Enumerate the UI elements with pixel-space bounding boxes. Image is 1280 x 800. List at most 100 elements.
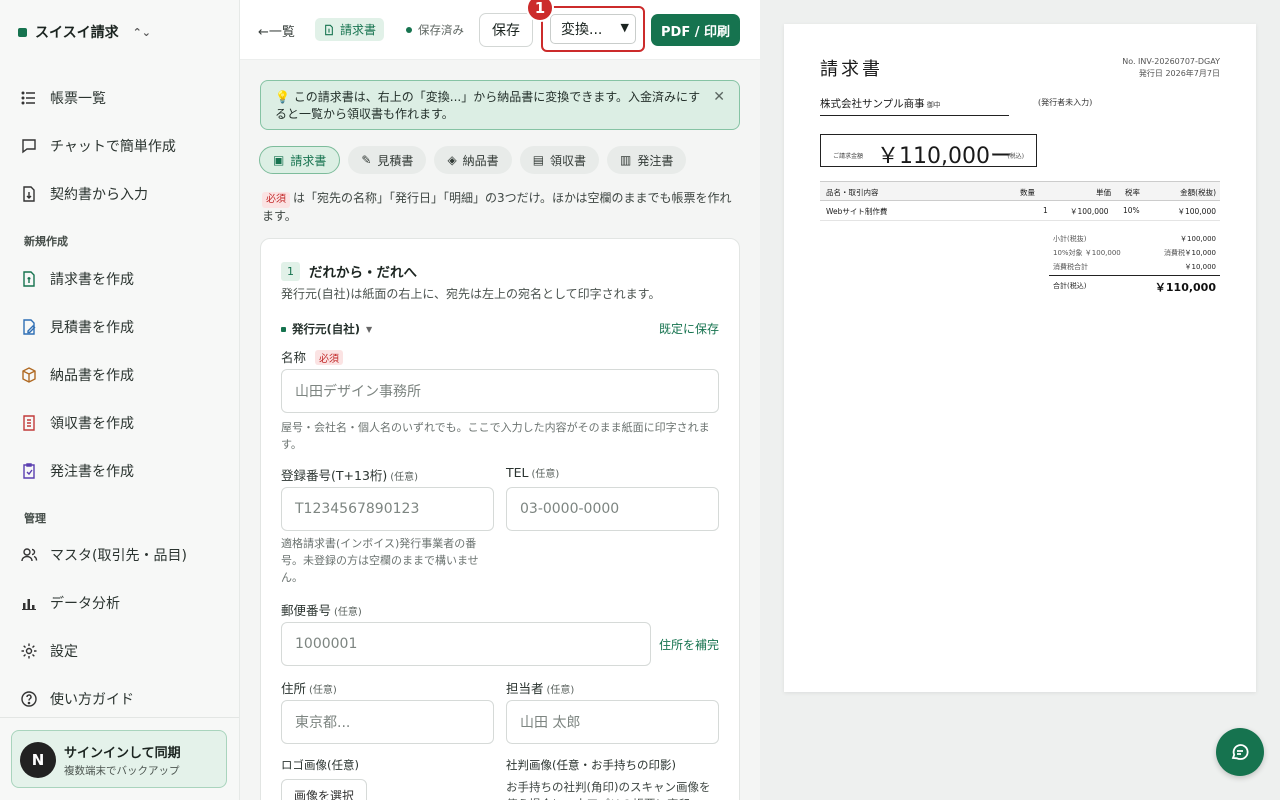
- tel-input[interactable]: 03-0000-0000: [506, 487, 719, 531]
- seal-label: 社判画像(任意・お手持ちの印影): [506, 758, 676, 772]
- column-header: 数量: [1020, 188, 1035, 197]
- editor-toolbar: ←一覧 請求書 保存済み 保存 変換... ▼ 1 PDF / 印刷: [240, 0, 760, 60]
- select-logo-button[interactable]: 画像を選択: [281, 779, 367, 800]
- sidebar-item-label: マスタ(取引先・品目): [50, 548, 187, 564]
- sidebar: スイスイ請求 ⌃⌄ 帳票一覧 チャットで簡単作成 契約書から入力 新規作成 請求…: [0, 0, 240, 800]
- receipt-icon: [23, 415, 35, 431]
- registration-label-text: 登録番号(T+13桁): [281, 468, 388, 483]
- quote-icon: [23, 319, 36, 335]
- contact-person-input[interactable]: 山田 太郎: [506, 700, 719, 744]
- sidebar-item-label: チャットで簡単作成: [50, 139, 176, 155]
- list-icon: [21, 91, 35, 105]
- sidebar-item-settings[interactable]: 設定: [20, 639, 78, 663]
- postal-label: 郵便番号 (任意): [281, 600, 362, 619]
- chart-icon: [22, 599, 36, 610]
- status-dot-icon: [406, 27, 412, 33]
- cell-tax-rate: 10%: [1123, 206, 1140, 215]
- column-header: 品名・取引内容: [826, 188, 879, 197]
- file-import-icon: [23, 186, 35, 202]
- tab-invoice[interactable]: ▣ 請求書: [259, 146, 341, 174]
- sidebar-item-label: 使い方ガイド: [50, 692, 134, 708]
- cell-amount: ￥100,000: [1177, 207, 1216, 216]
- preview-grand-total-row: 合計(税込) ￥110,000: [1049, 281, 1220, 297]
- postal-code-input[interactable]: 1000001: [281, 622, 651, 666]
- tab-delivery[interactable]: ◈ 納品書: [434, 146, 512, 174]
- receipt-icon: ▤: [532, 153, 545, 167]
- tax-label: 消費税: [1164, 249, 1185, 257]
- sidebar-item-new-quote[interactable]: 見積書を作成: [20, 315, 134, 339]
- preview-tax-total-row: 消費税合計 ￥10,000: [1049, 262, 1220, 276]
- order-icon: [23, 463, 35, 479]
- tab-label: 見積書: [377, 153, 414, 168]
- close-icon[interactable]: ✕: [713, 89, 725, 106]
- doc-type-badge: 請求書: [315, 18, 385, 41]
- sidebar-item-label: 設定: [50, 644, 78, 660]
- address-input[interactable]: 東京都...: [281, 700, 494, 744]
- tab-receipt[interactable]: ▤ 領収書: [519, 146, 600, 174]
- issuer-toggle[interactable]: 発行元(自社) ▼: [281, 321, 372, 337]
- convert-select[interactable]: 変換... ▼: [550, 14, 636, 44]
- sidebar-item-label: 納品書を作成: [50, 368, 134, 384]
- lightbulb-icon: 💡: [275, 90, 290, 104]
- registration-label: 登録番号(T+13桁) (任意): [281, 465, 418, 484]
- sidebar-item-label: 請求書を作成: [50, 272, 134, 288]
- section-label-manage: 管理: [24, 512, 46, 525]
- subtotal-value: ￥100,000: [1180, 235, 1216, 243]
- address-autofill-link[interactable]: 住所を補完: [659, 636, 719, 653]
- grand-total-value: ￥110,000: [1154, 281, 1216, 294]
- sidebar-item-label: 領収書を作成: [50, 416, 134, 432]
- preview-title: 請求書: [820, 59, 883, 80]
- section-heading: 1 だれから・だれへ: [281, 261, 417, 281]
- invoice-icon: ▣: [273, 153, 285, 167]
- sidebar-item-label: 帳票一覧: [50, 91, 106, 107]
- chat-button[interactable]: [1216, 728, 1264, 776]
- quote-icon: ✎: [361, 153, 372, 167]
- sidebar-item-chat[interactable]: チャットで簡単作成: [20, 134, 176, 158]
- back-to-list-link[interactable]: ←一覧: [258, 21, 295, 40]
- box-icon: [22, 367, 36, 383]
- sidebar-item-label: データ分析: [50, 596, 120, 612]
- tax-target: 10%対象 ￥100,000: [1053, 249, 1121, 257]
- sidebar-item-analytics[interactable]: データ分析: [20, 591, 120, 615]
- sidebar-item-new-delivery[interactable]: 納品書を作成: [20, 363, 134, 387]
- tab-order[interactable]: ▥ 発注書: [607, 146, 687, 174]
- cell-unit-price: ￥100,000: [1070, 207, 1109, 216]
- sidebar-item-master[interactable]: マスタ(取引先・品目): [20, 543, 187, 567]
- preview-total-box: ご請求金額 ￥110,000ー (税込): [820, 134, 1037, 169]
- pdf-print-button[interactable]: PDF / 印刷: [651, 14, 740, 46]
- doc-type-tabs: ▣ 請求書 ✎ 見積書 ◈ 納品書 ▤ 領収書 ▥ 発注書: [259, 146, 687, 174]
- preview-number: No. INV-20260707-DGAY: [1122, 57, 1220, 66]
- required-tag: 必須: [315, 350, 343, 365]
- table-row: Webサイト制作費 1 ￥100,000 10% ￥100,000: [820, 201, 1220, 221]
- brand-switcher[interactable]: スイスイ請求 ⌃⌄: [18, 22, 151, 42]
- tab-label: 領収書: [550, 153, 587, 168]
- sidebar-item-guide[interactable]: 使い方ガイド: [20, 687, 134, 711]
- sidebar-item-documents[interactable]: 帳票一覧: [20, 86, 106, 110]
- column-header: 単価: [1096, 188, 1111, 197]
- sidebar-item-label: 発注書を作成: [50, 464, 134, 480]
- gear-icon: [21, 643, 37, 659]
- column-header: 税率: [1125, 188, 1140, 197]
- save-default-link[interactable]: 既定に保存: [659, 320, 719, 337]
- required-note-text: は「宛先の名称」「発行日」「明細」の3つだけ。ほかは空欄のままでも帳票を作れます…: [262, 191, 732, 223]
- column-header: 金額(税抜): [1180, 188, 1216, 197]
- sidebar-item-new-receipt[interactable]: 領収書を作成: [20, 411, 134, 435]
- users-icon: [21, 548, 38, 562]
- preview-total-amount: ￥110,000ー: [877, 144, 1012, 169]
- sidebar-item-new-invoice[interactable]: 請求書を作成: [20, 267, 134, 291]
- table-header: 品名・取引内容 数量 単価 税率 金額(税抜): [820, 181, 1220, 201]
- address-label: 住所 (任意): [281, 678, 337, 697]
- optional-tag: (任意): [334, 607, 362, 618]
- sidebar-item-contract[interactable]: 契約書から入力: [20, 182, 148, 206]
- registration-number-input[interactable]: T1234567890123: [281, 487, 494, 531]
- tel-label-text: TEL: [506, 465, 529, 480]
- issuer-name-input[interactable]: 山田デザイン事務所: [281, 369, 719, 413]
- cell-quantity: 1: [1043, 206, 1048, 215]
- tab-quote[interactable]: ✎ 見積書: [348, 146, 427, 174]
- info-notice: 💡 この請求書は、右上の「変換...」から納品書に変換できます。入金済みにすると…: [260, 80, 740, 130]
- chevron-down-icon: ▼: [620, 21, 629, 34]
- sidebar-item-new-order[interactable]: 発注書を作成: [20, 459, 134, 483]
- cell-item: Webサイト制作費: [826, 207, 888, 216]
- save-button[interactable]: 保存: [479, 13, 533, 47]
- signin-card[interactable]: N サインインして同期 複数端末でバックアップ: [11, 730, 227, 788]
